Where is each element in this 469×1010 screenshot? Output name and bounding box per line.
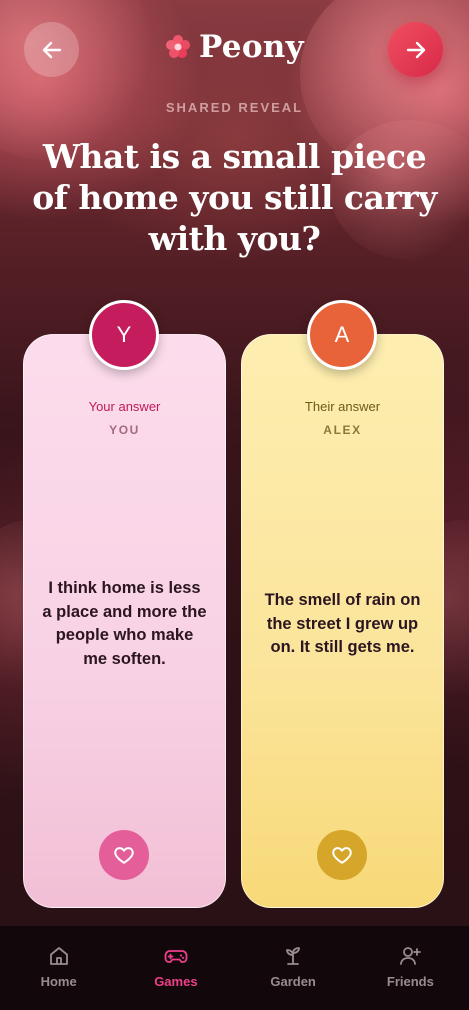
question-title: What is a small piece of home you still … <box>32 137 437 258</box>
brand-name: Peony <box>199 29 304 65</box>
heart-icon <box>332 847 352 864</box>
tab-label: Friends <box>386 974 434 989</box>
heart-icon <box>114 847 134 864</box>
avatar: A <box>307 300 377 370</box>
answer-label: Their answer <box>304 399 381 414</box>
user-plus-icon <box>400 947 422 965</box>
bottom-tab-bar: Home Games Garden Friends <box>0 926 469 1010</box>
tab-label: Home <box>40 974 77 989</box>
answer-owner-name: YOU <box>109 423 140 437</box>
answer-text: I think home is less a place and more th… <box>42 579 207 668</box>
section-kicker: SHARED REVEAL <box>165 100 304 115</box>
gamepad-icon <box>164 950 188 963</box>
answer-card-you: Y Your answer YOU I think home is less a… <box>23 300 226 908</box>
answer-owner-name: ALEX <box>323 423 362 437</box>
answer-label: Your answer <box>88 399 161 414</box>
tab-games[interactable]: Games <box>117 926 234 1010</box>
tab-garden[interactable]: Garden <box>235 926 352 1010</box>
house-icon <box>49 947 68 965</box>
flower-icon <box>166 35 191 58</box>
answer-card-them: A Their answer ALEX The smell of rain on… <box>241 300 444 908</box>
tab-home[interactable]: Home <box>0 926 117 1010</box>
like-button[interactable] <box>99 830 149 880</box>
tab-label: Garden <box>270 974 316 989</box>
answer-text: The smell of rain on the street I grew u… <box>264 591 421 656</box>
next-button[interactable] <box>388 22 443 77</box>
tab-friends[interactable]: Friends <box>352 926 469 1010</box>
arrow-right-icon <box>406 41 425 58</box>
like-button[interactable] <box>317 830 367 880</box>
tab-label: Games <box>154 974 198 989</box>
sprout-icon <box>286 947 301 965</box>
avatar: Y <box>89 300 159 370</box>
